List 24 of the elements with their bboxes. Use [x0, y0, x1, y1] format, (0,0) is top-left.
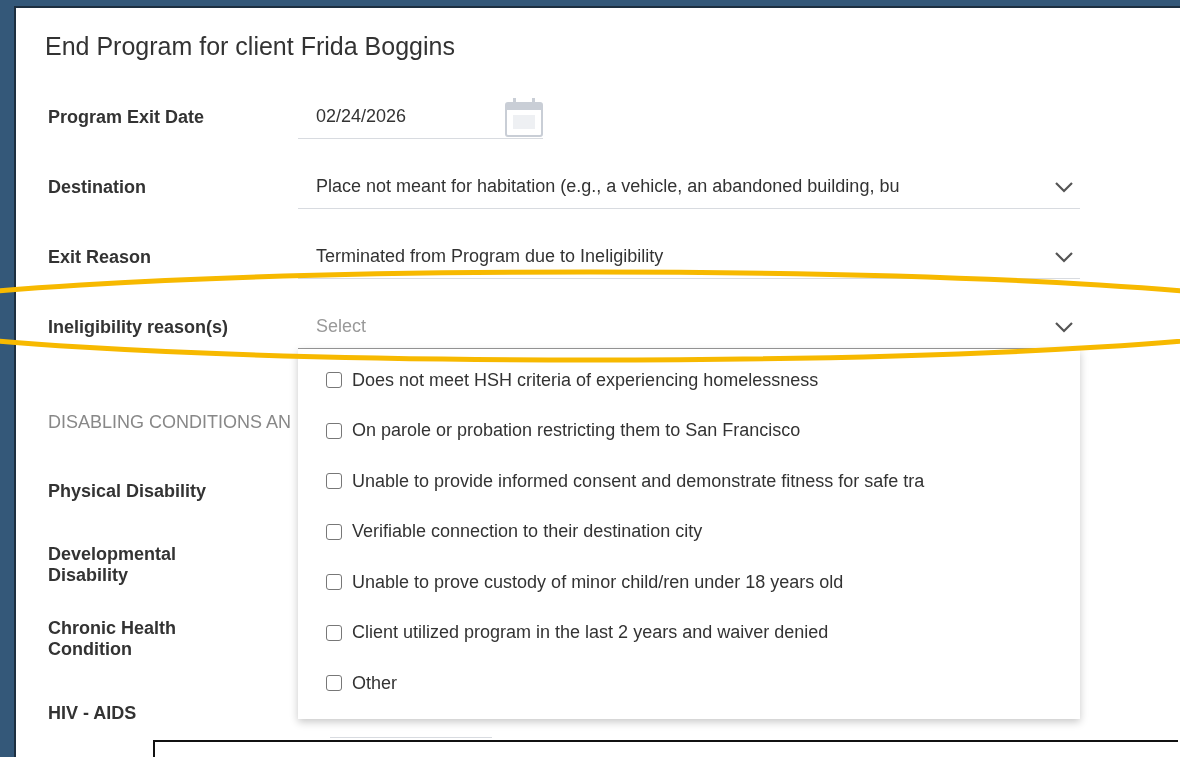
field-label: Destination: [47, 176, 147, 198]
date-field[interactable]: 02/24/2026: [298, 95, 543, 139]
checkbox-option[interactable]: Does not meet HSH criteria of experiencing homelessness: [298, 355, 1080, 406]
field-label: Physical Disability: [47, 480, 208, 502]
dropdown-value: Terminated from Program due to Ineligibility: [316, 246, 665, 267]
field-label: HIV - AIDS: [47, 702, 138, 724]
checkbox-option[interactable]: Verifiable connection to their destination city: [298, 506, 1080, 557]
section-heading: DISABLING CONDITIONS AN: [48, 412, 292, 434]
field-label: Program Exit Date: [47, 106, 206, 128]
date-value: 02/24/2026: [316, 106, 408, 127]
dropdown-placeholder: Select: [316, 316, 368, 337]
field-label: Exit Reason: [47, 246, 153, 268]
checkbox-option[interactable]: Unable to prove custody of minor child/ren under 18 years old: [298, 557, 1080, 608]
checkbox-option[interactable]: Client utilized program in the last 2 years and waiver denied: [298, 607, 1080, 658]
field-label: Ineligibility reason(s): [47, 316, 230, 338]
field-label: Developmental Disability: [47, 544, 178, 586]
dropdown-value: Place not meant for habitation (e.g., a vehicle, an abandoned building, bu: [316, 176, 901, 197]
dropdown-field[interactable]: Terminated from Program due to Ineligibility: [298, 235, 1080, 279]
checkbox-option[interactable]: Unable to provide informed consent and demonstrate fitness for safe tra: [298, 456, 1080, 507]
dialog-title: End Program for client Frida Boggins: [44, 31, 456, 62]
dropdown-field[interactable]: Place not meant for habitation (e.g., a vehicle, an abandoned building, bu: [298, 165, 1080, 209]
field-label: Chronic Health Condition: [47, 618, 177, 660]
checkbox-option[interactable]: On parole or probation restricting them to San Francisco: [298, 405, 1080, 456]
checkbox-option[interactable]: Other: [298, 658, 1080, 709]
